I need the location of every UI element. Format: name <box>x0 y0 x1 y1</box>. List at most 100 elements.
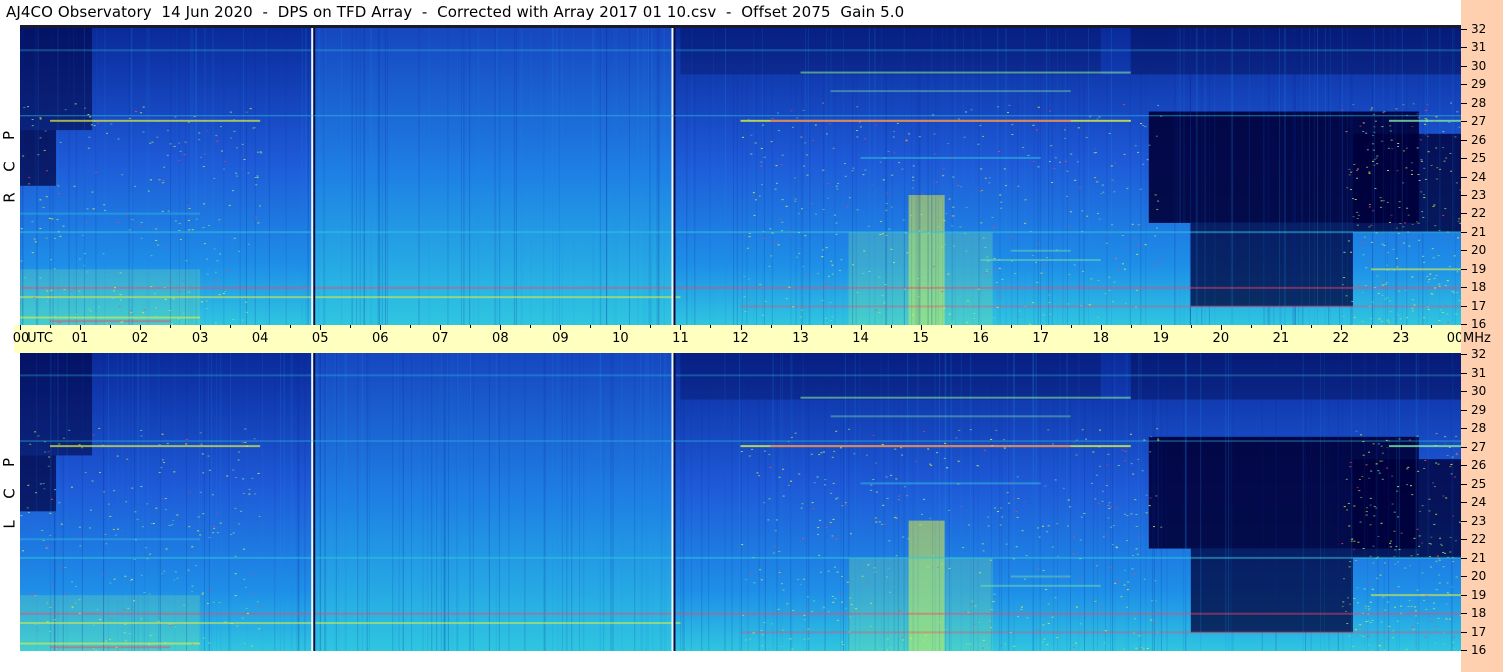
signal-speckle <box>836 619 839 621</box>
signal-speckle <box>789 234 792 236</box>
streak <box>647 353 649 651</box>
signal-speckle <box>1117 464 1120 466</box>
signal-speckle <box>743 235 746 237</box>
signal-speckle <box>881 233 884 235</box>
time-minor-tick <box>110 325 112 328</box>
streak <box>37 28 39 325</box>
time-minor-tick <box>50 325 52 328</box>
signal-speckle <box>93 125 96 127</box>
time-minor-tick <box>650 325 652 328</box>
signal-speckle <box>102 444 105 446</box>
signal-speckle <box>1442 214 1445 216</box>
signal-speckle <box>1373 164 1376 166</box>
signal-speckle <box>838 269 841 271</box>
signal-speckle <box>1386 269 1389 271</box>
streak <box>170 28 172 325</box>
signal-speckle <box>1083 512 1086 514</box>
signal-speckle <box>1102 536 1105 538</box>
signal-speckle <box>1436 167 1439 169</box>
signal-speckle <box>1365 507 1368 509</box>
signal-speckle <box>1003 447 1006 449</box>
streak <box>246 353 248 651</box>
signal-speckle <box>1449 536 1452 538</box>
signal-speckle <box>943 220 946 222</box>
streak <box>603 353 605 651</box>
signal-speckle <box>1157 200 1160 202</box>
signal-speckle <box>942 168 945 170</box>
signal-speckle <box>115 646 118 648</box>
signal-speckle <box>801 503 804 505</box>
signal-speckle <box>70 486 73 488</box>
freq-tick <box>1461 594 1467 596</box>
signal-speckle <box>748 299 751 301</box>
signal-speckle <box>851 170 854 172</box>
rfi-band <box>50 119 261 122</box>
freq-tick <box>1461 502 1467 503</box>
signal-speckle <box>959 226 962 228</box>
signal-speckle <box>1149 451 1152 453</box>
pol-letter: C <box>0 488 19 499</box>
signal-speckle <box>994 268 997 270</box>
streak <box>440 353 442 651</box>
signal-speckle <box>81 447 84 449</box>
signal-speckle <box>998 259 1001 261</box>
signal-speckle <box>1438 582 1441 584</box>
signal-speckle <box>88 136 91 138</box>
signal-speckle <box>1354 199 1357 201</box>
signal-speckle <box>1419 139 1422 141</box>
signal-speckle <box>134 185 137 187</box>
streak <box>188 28 190 325</box>
signal-speckle <box>1395 227 1398 229</box>
freq-label: 27 <box>1471 439 1487 454</box>
signal-speckle <box>1368 203 1371 205</box>
signal-speckle <box>882 504 885 506</box>
streak <box>344 353 346 651</box>
signal-speckle <box>824 479 827 481</box>
streak <box>411 353 413 651</box>
signal-speckle <box>149 635 152 637</box>
signal-speckle <box>1357 284 1360 286</box>
signal-speckle <box>806 274 809 276</box>
streak <box>1350 28 1352 325</box>
streak <box>378 28 380 325</box>
signal-speckle <box>162 179 165 181</box>
signal-speckle <box>1160 260 1163 262</box>
signal-speckle <box>224 161 227 163</box>
signal-speckle <box>1386 252 1389 254</box>
streak <box>49 28 51 325</box>
signal-speckle <box>1380 320 1383 322</box>
signal-speckle <box>888 540 891 542</box>
signal-speckle <box>1373 131 1376 133</box>
signal-speckle <box>1075 439 1078 441</box>
streak <box>200 353 202 651</box>
signal-speckle <box>1341 543 1344 545</box>
signal-speckle <box>760 147 763 149</box>
signal-speckle <box>999 296 1002 298</box>
signal-speckle <box>885 203 888 205</box>
signal-speckle <box>1007 111 1010 113</box>
streak <box>57 28 59 325</box>
signal-speckle <box>1154 580 1157 582</box>
signal-speckle <box>1126 589 1129 591</box>
streak <box>22 28 24 325</box>
streak <box>304 353 306 651</box>
signal-speckle <box>1123 584 1126 586</box>
streak <box>66 353 68 651</box>
freq-tick <box>1461 231 1467 233</box>
streak <box>746 28 748 325</box>
night-dark-region <box>20 28 93 131</box>
signal-speckle <box>1411 223 1414 225</box>
signal-speckle <box>218 294 221 296</box>
signal-speckle <box>1438 557 1441 559</box>
signal-speckle <box>1422 216 1425 218</box>
signal-speckle <box>969 643 972 645</box>
signal-speckle <box>1445 497 1448 499</box>
signal-speckle <box>154 293 157 295</box>
streak <box>1452 28 1454 325</box>
signal-speckle <box>1384 283 1387 285</box>
signal-speckle <box>827 611 830 613</box>
signal-speckle <box>891 174 894 176</box>
freq-tick <box>1461 121 1467 123</box>
signal-speckle <box>1113 181 1116 183</box>
signal-speckle <box>46 621 49 623</box>
